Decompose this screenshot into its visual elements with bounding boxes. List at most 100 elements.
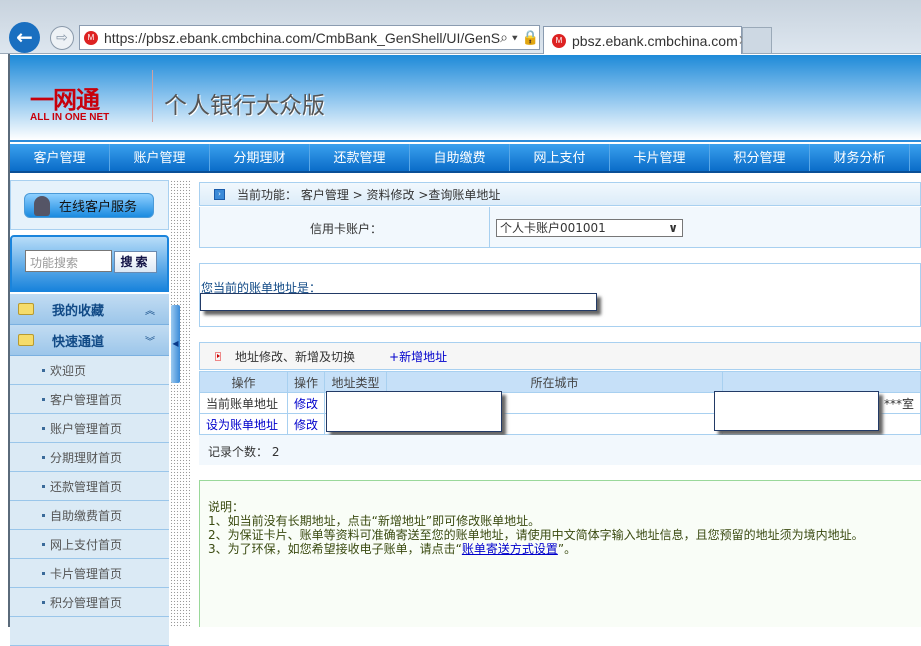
sidebar-link-label: 分期理财首页 [50,450,123,465]
billing-delivery-settings-link[interactable]: 账单寄送方式设置 [462,542,558,556]
section-header: 地址修改、新增及切换 +新增地址 [199,342,921,370]
url-text: https://pbsz.ebank.cmbchina.com/CmbBank_… [104,29,501,46]
sidebar-link[interactable]: 客户管理首页 [10,385,169,414]
browser-tab[interactable]: Mpbsz.ebank.cmbchina.com✕ [543,26,750,54]
function-search-input[interactable]: 功能搜索 [25,250,112,272]
bullet-icon [42,571,45,575]
section-title: 地址修改、新增及切换 [235,349,356,364]
breadcrumb-text: 当前功能： 客户管理 > 资料修改 >查询账单地址 [237,187,501,202]
sidebar-link[interactable]: 还款管理首页 [10,472,169,501]
col-header: 操作 [199,371,288,393]
notes-panel: 说明： 1、如当前没有长期地址，点击“新增地址”即可修改账单地址。 2、为保证卡… [199,480,921,627]
add-address-link[interactable]: +新增地址 [389,348,447,365]
divider [489,207,490,248]
col-header: 操作 [286,371,326,393]
note-item: 2、为保证卡片、账单等资料可准确寄送至您的账单地址，请使用中文简体字输入地址信息… [208,528,864,542]
folder-icon [18,303,34,315]
table-header: 操作 操作 地址类型 所在城市 [199,371,921,393]
sidebar-link-label: 还款管理首页 [50,479,123,494]
sidebar-link-label: 客户管理首页 [50,392,123,407]
row-action: 当前账单地址 [199,392,288,414]
note-text: ”。 [557,542,577,556]
banner-line [10,140,921,142]
address-bar[interactable]: Mhttps://pbsz.ebank.cmbchina.com/CmbBank… [79,25,540,50]
sidebar-link-label: 积分管理首页 [50,595,123,610]
nav-item[interactable]: 网上支付 [510,144,610,171]
sidebar-link-label: 账户管理首页 [50,421,123,436]
back-button[interactable]: ← [9,22,40,53]
banner-divider [152,70,153,122]
banner [10,55,921,140]
group-favorites[interactable]: 我的收藏 ︽ [10,294,169,325]
forward-button[interactable]: ⇨ [50,26,74,50]
sidebar-link[interactable]: 账户管理首页 [10,414,169,443]
bullet-icon [42,397,45,401]
col-header [722,371,921,393]
site-favicon-icon: M [84,30,98,45]
note-item: 3、为了环保，如您希望接收电子账单，请点击“账单寄送方式设置”。 [208,542,921,556]
online-service-label: 在线客户服务 [59,200,138,215]
redacted-box [326,391,502,432]
new-tab-button[interactable] [742,27,772,54]
chevron-down-icon: ∨ [668,221,678,235]
group-quick-access[interactable]: 快速通道 ︾ [10,325,169,356]
col-header: 所在城市 [386,371,724,393]
note-item: 1、如当前没有长期地址，点击“新增地址”即可修改账单地址。 [208,514,541,528]
group-label: 我的收藏 [52,303,105,319]
record-count: 记录个数： 2 [199,435,921,465]
nav-item[interactable]: 分期理财 [210,144,310,171]
edit-link[interactable]: 修改 [294,397,318,411]
address-tools-icon[interactable]: ⌕ ▾ 🔒 ↻ [500,29,539,46]
sidebar-link[interactable]: 网上支付首页 [10,530,169,559]
note-text: 3、为了环保，如您希望接收电子账单，请点击“ [208,542,462,556]
account-label: 信用卡账户： [310,222,383,236]
bullet-icon [42,455,45,459]
nav-item[interactable]: 客户管理 [10,144,110,171]
nav-item[interactable]: 积分管理 [710,144,810,171]
bullet-icon [42,542,45,546]
logo: 一网通 ALL IN ONE NET [30,88,138,128]
sidebar-link[interactable]: 欢迎页 [10,356,169,385]
banner-title: 个人银行大众版 [164,93,325,119]
search-button[interactable]: 搜索 [114,251,157,273]
sidebar-link-label: 网上支付首页 [50,537,123,552]
bullet-icon [42,484,45,488]
nav-item[interactable]: 自助缴费 [410,144,510,171]
bullet-icon [42,513,45,517]
tab-favicon-icon: M [552,33,566,48]
account-select[interactable]: 个人卡账户001001 ∨ [496,219,683,237]
nav-item[interactable]: 账户管理 [110,144,210,171]
sidebar-link[interactable]: 自助缴费首页 [10,501,169,530]
bullet-icon [42,600,45,604]
arrow-icon [215,351,221,361]
nav-item[interactable]: 还款管理 [310,144,410,171]
sidebar-link-label: 自助缴费首页 [50,508,123,523]
bullet-icon [42,368,45,372]
group-label: 快速通道 [52,334,105,350]
chevron-down-icon: ︾ [145,336,155,348]
sidebar-link[interactable] [10,617,169,646]
sidebar-link[interactable]: 卡片管理首页 [10,559,169,588]
col-header: 地址类型 [324,371,388,393]
sidebar-link-label: 卡片管理首页 [50,566,123,581]
nav-item[interactable]: 卡片管理 [610,144,710,171]
sidebar-link-label: 欢迎页 [50,363,87,378]
splitter [170,180,190,627]
account-selected-value: 个人卡账户001001 [500,221,606,235]
breadcrumb: › 当前功能： 客户管理 > 资料修改 >查询账单地址 [199,182,921,206]
main-nav: 客户管理 账户管理 分期理财 还款管理 自助缴费 网上支付 卡片管理 积分管理 … [10,144,921,173]
redacted-address [200,293,597,311]
logo-cn: 一网通 [30,86,100,114]
nav-item[interactable]: 财务分析 [810,144,910,171]
bullet-icon [42,426,45,430]
folder-icon [18,334,34,346]
redacted-box [714,391,879,431]
edit-link[interactable]: 修改 [294,418,318,432]
set-billing-address-link[interactable]: 设为账单地址 [206,418,278,432]
agent-icon [34,196,50,216]
chevron-up-icon: ︽ [145,305,155,317]
sidebar-link[interactable]: 分期理财首页 [10,443,169,472]
tab-title: pbsz.ebank.cmbchina.com [572,32,738,49]
collapse-sidebar-button[interactable]: ◀ [171,305,180,383]
sidebar-link[interactable]: 积分管理首页 [10,588,169,617]
